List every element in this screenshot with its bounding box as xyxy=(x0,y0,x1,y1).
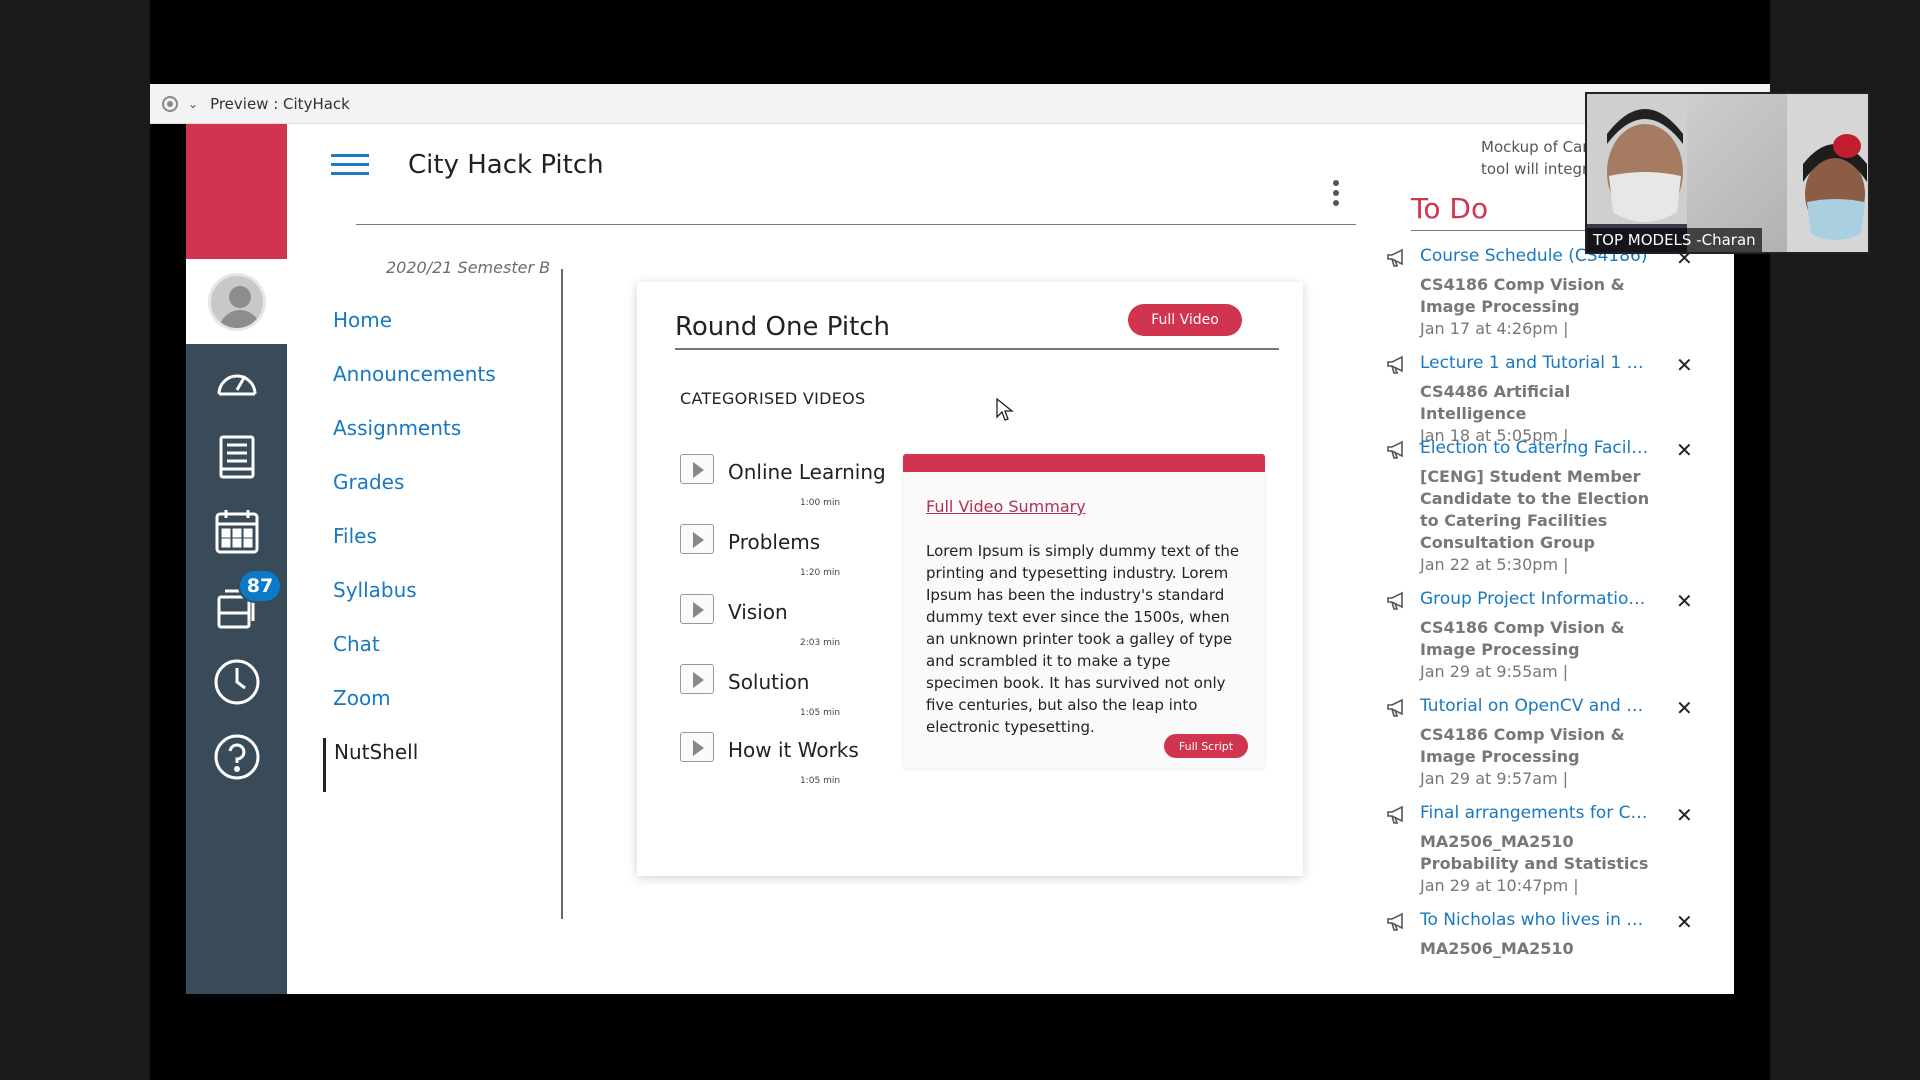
section-label: CATEGORISED VIDEOS xyxy=(680,389,866,408)
video-duration: 1:20 min xyxy=(800,568,841,578)
preview-window: ⌄ Preview : CityHack 87 City Hack Pitch … xyxy=(150,84,1770,994)
menu-icon[interactable] xyxy=(331,154,369,176)
global-nav-rail: 87 xyxy=(186,124,287,994)
video-duration: 1:00 min xyxy=(800,498,841,508)
video-item[interactable]: How it Works 1:05 min xyxy=(680,732,900,792)
play-icon[interactable] xyxy=(680,732,714,762)
book-icon xyxy=(219,435,254,478)
nav-item-files[interactable]: Files xyxy=(331,522,496,576)
pitch-card: Round One Pitch Full Video CATEGORISED V… xyxy=(637,282,1303,876)
summary-header-bar xyxy=(903,454,1265,472)
inbox-unread-badge: 87 xyxy=(238,569,282,603)
summary-text: Lorem Ipsum is simply dummy text of the … xyxy=(926,542,1240,736)
header-divider xyxy=(356,224,1356,225)
nav-item-syllabus[interactable]: Syllabus xyxy=(331,576,496,630)
play-icon[interactable] xyxy=(680,454,714,484)
video-duration: 1:05 min xyxy=(800,708,841,718)
play-icon[interactable] xyxy=(680,524,714,554)
full-script-button[interactable]: Full Script xyxy=(1164,734,1248,758)
speedometer-icon xyxy=(217,374,256,395)
participant-video-tile[interactable]: TOP MODELS -Charan xyxy=(1585,92,1870,254)
history-button[interactable] xyxy=(186,644,287,719)
window-titlebar: ⌄ Preview : CityHack xyxy=(150,84,1770,124)
inbox-button[interactable]: 87 xyxy=(186,569,287,644)
video-title: How it Works xyxy=(728,738,859,762)
dismiss-icon[interactable]: ✕ xyxy=(1676,589,1693,613)
full-video-summary-link[interactable]: Full Video Summary xyxy=(926,497,1086,516)
participant-silhouette-icon xyxy=(1787,94,1868,252)
video-item[interactable]: Problems 1:20 min xyxy=(680,524,900,584)
help-icon xyxy=(214,734,259,779)
megaphone-icon xyxy=(1387,591,1403,610)
lms-app: 87 City Hack Pitch 2020/21 Semester B Ho… xyxy=(186,124,1734,994)
card-divider xyxy=(675,348,1279,350)
megaphone-icon xyxy=(1387,440,1403,459)
megaphone-icon xyxy=(1387,355,1403,374)
participant-name-label: TOP MODELS -Charan xyxy=(1587,228,1762,252)
todo-sidebar: Mockup of Car tool will integra To Do Co… xyxy=(1361,124,1734,994)
todo-title: To Do xyxy=(1411,192,1489,225)
help-button[interactable] xyxy=(186,719,287,794)
video-duration: 2:03 min xyxy=(800,638,841,648)
account-button[interactable] xyxy=(186,259,287,344)
nav-item-assignments[interactable]: Assignments xyxy=(331,414,496,468)
megaphone-icon xyxy=(1387,248,1403,267)
video-title: Problems xyxy=(728,530,821,554)
calendar-button[interactable] xyxy=(186,494,287,569)
calendar-icon xyxy=(215,509,258,553)
video-item[interactable]: Vision 2:03 min xyxy=(680,594,900,654)
left-letterbox xyxy=(0,0,150,1080)
nav-item-announcements[interactable]: Announcements xyxy=(331,360,496,414)
nav-item-nutshell[interactable]: NutShell xyxy=(323,738,496,792)
video-item[interactable]: Online Learning 1:00 min xyxy=(680,454,900,514)
dashboard-button[interactable] xyxy=(186,344,287,419)
dismiss-icon[interactable]: ✕ xyxy=(1676,438,1693,462)
video-duration: 1:05 min xyxy=(800,776,841,786)
clock-icon xyxy=(214,659,259,704)
record-icon[interactable] xyxy=(162,95,178,112)
megaphone-icon xyxy=(1387,698,1403,717)
brand-logo-block[interactable] xyxy=(186,124,287,259)
semester-label: 2020/21 Semester B xyxy=(386,258,551,277)
dismiss-icon[interactable]: ✕ xyxy=(1676,696,1693,720)
play-icon[interactable] xyxy=(680,664,714,694)
dismiss-icon[interactable]: ✕ xyxy=(1676,803,1693,827)
card-title: Round One Pitch xyxy=(675,312,891,342)
nav-item-home[interactable]: Home xyxy=(331,306,496,360)
avatar xyxy=(207,272,266,331)
video-item[interactable]: Solution 1:05 min xyxy=(680,664,900,724)
course-nav: Home Announcements Assignments Grades Fi… xyxy=(323,306,496,792)
full-video-button[interactable]: Full Video xyxy=(1128,304,1242,336)
dismiss-icon[interactable]: ✕ xyxy=(1676,353,1693,377)
nav-item-chat[interactable]: Chat xyxy=(331,630,496,684)
nav-divider xyxy=(561,269,563,919)
more-options-icon[interactable] xyxy=(1333,180,1341,212)
chevron-down-icon[interactable]: ⌄ xyxy=(188,97,198,111)
megaphone-icon xyxy=(1387,912,1403,931)
courses-button[interactable] xyxy=(186,419,287,494)
nav-item-zoom[interactable]: Zoom xyxy=(331,684,496,738)
video-summary-panel: Full Video Summary Lorem Ipsum is simply… xyxy=(903,454,1265,768)
mouse-cursor-icon xyxy=(996,398,1014,421)
dismiss-icon[interactable]: ✕ xyxy=(1676,910,1693,934)
video-title: Online Learning xyxy=(728,460,886,484)
page-title: City Hack Pitch xyxy=(408,150,604,180)
nav-item-grades[interactable]: Grades xyxy=(331,468,496,522)
video-title: Solution xyxy=(728,670,810,694)
window-title: Preview : CityHack xyxy=(210,94,350,113)
mockup-note: Mockup of Car tool will integra xyxy=(1481,138,1598,178)
video-title: Vision xyxy=(728,600,788,624)
play-icon[interactable] xyxy=(680,594,714,624)
megaphone-icon xyxy=(1387,805,1403,824)
